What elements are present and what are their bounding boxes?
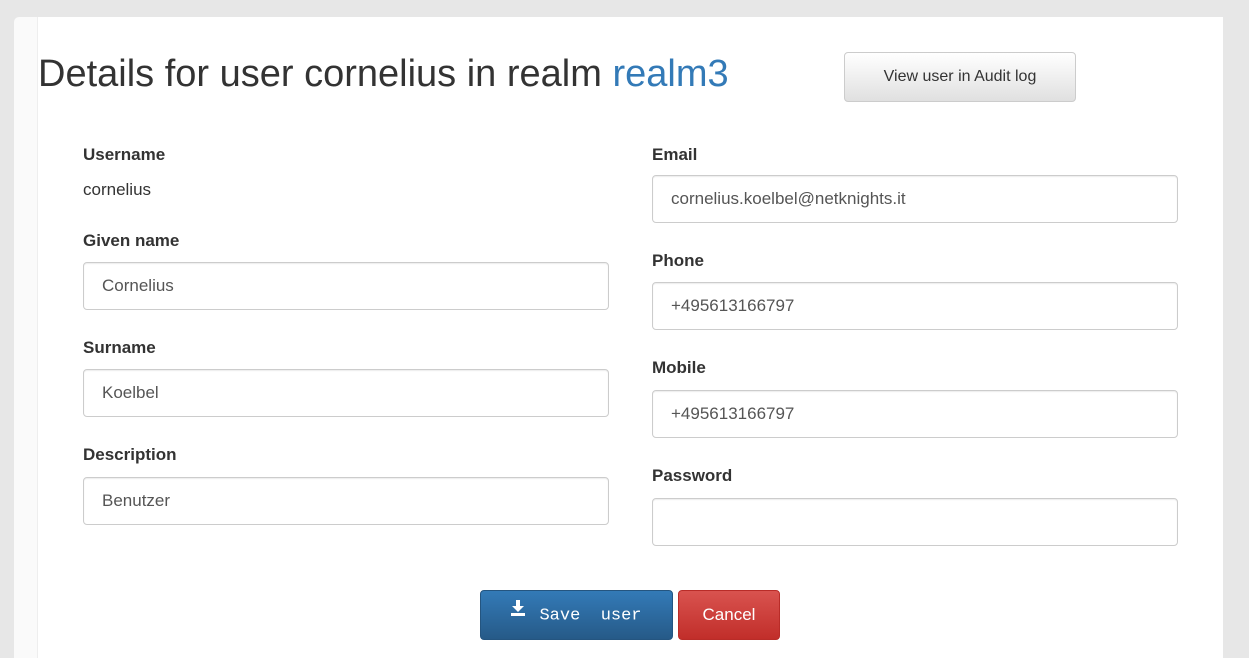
- surname-label: Surname: [83, 338, 156, 357]
- content-panel: [14, 17, 1223, 658]
- page-title: Details for user cornelius in realm real…: [38, 49, 729, 99]
- cancel-button[interactable]: Cancel: [678, 590, 780, 640]
- realm-link[interactable]: realm3: [612, 53, 728, 95]
- description-label: Description: [83, 445, 177, 464]
- content-inner: [37, 17, 1223, 658]
- save-user-button[interactable]: Save user: [480, 590, 673, 640]
- username-value: cornelius: [83, 180, 152, 199]
- page-title-prefix: Details for user cornelius in realm: [38, 53, 602, 95]
- username-label: Username: [83, 145, 166, 164]
- save-user-label: Save user: [539, 606, 642, 626]
- view-audit-log-button[interactable]: View user in Audit log: [844, 52, 1076, 102]
- given-name-input[interactable]: [83, 262, 609, 310]
- password-input[interactable]: [652, 498, 1178, 546]
- password-label: Password: [652, 466, 733, 485]
- description-input[interactable]: [83, 477, 609, 525]
- email-label: Email: [652, 145, 698, 164]
- given-name-label: Given name: [83, 231, 180, 250]
- surname-input[interactable]: [83, 369, 609, 417]
- mobile-input[interactable]: [652, 390, 1178, 438]
- phone-input[interactable]: [652, 282, 1178, 330]
- phone-label: Phone: [652, 251, 704, 270]
- email-input[interactable]: [652, 175, 1178, 223]
- mobile-label: Mobile: [652, 358, 706, 377]
- download-icon: [511, 589, 526, 637]
